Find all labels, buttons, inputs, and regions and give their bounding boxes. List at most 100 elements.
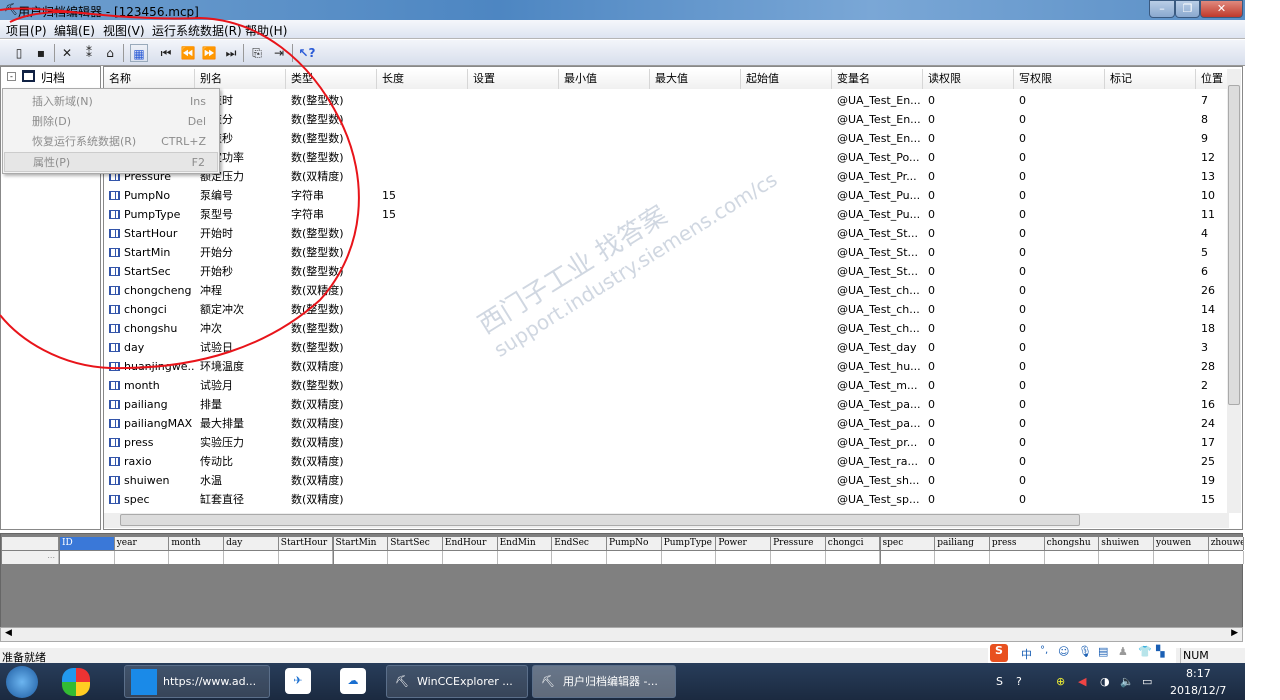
grid-cell[interactable] bbox=[552, 551, 607, 564]
grid-cell[interactable] bbox=[607, 551, 662, 564]
grid-column-header[interactable]: PumpNo bbox=[607, 537, 662, 550]
grid-cell[interactable] bbox=[825, 551, 881, 564]
menu-item-restore-runtime-data[interactable]: 恢复运行系统数据(R) CTRL+Z bbox=[4, 132, 218, 152]
volume-icon[interactable]: 🔈 bbox=[1120, 675, 1134, 688]
column-header[interactable]: 变量名 bbox=[832, 69, 923, 89]
tree-root-archive[interactable]: 归档 bbox=[41, 69, 65, 86]
display-tray-icon[interactable]: ▭ bbox=[1142, 675, 1152, 688]
collapse-icon[interactable]: - bbox=[7, 72, 16, 81]
grid-column-header[interactable]: EndHour bbox=[442, 537, 498, 550]
start-button[interactable] bbox=[6, 666, 38, 698]
emoji-icon[interactable]: ☺ bbox=[1058, 645, 1069, 658]
archive-icon[interactable]: ⌂ bbox=[101, 44, 119, 62]
column-header[interactable]: 读权限 bbox=[923, 69, 1014, 89]
table-row[interactable]: shuiwen 水温 数(双精度) @UA_Test_sh... 0 0 19 bbox=[104, 471, 1229, 490]
delete-icon[interactable]: ✕ bbox=[58, 44, 76, 62]
task-wincc-explorer[interactable]: ⛏ WinCCExplorer ... bbox=[386, 665, 528, 698]
menu-edit[interactable]: 编辑(E) bbox=[54, 22, 95, 39]
punctuation-icon[interactable]: °, bbox=[1040, 645, 1048, 656]
column-header[interactable]: 名称 bbox=[104, 69, 195, 89]
grid-cell[interactable] bbox=[60, 551, 115, 564]
column-header[interactable]: 最大值 bbox=[650, 69, 741, 89]
column-header[interactable]: 长度 bbox=[377, 69, 468, 89]
grid-cell[interactable] bbox=[1099, 551, 1154, 564]
table-row[interactable]: huanjingwe... 环境温度 数(双精度) @UA_Test_hu... 0 0 2… bbox=[104, 357, 1229, 376]
grid-cell[interactable] bbox=[333, 551, 389, 564]
column-header[interactable]: 起始值 bbox=[741, 69, 832, 89]
grid-horizontal-scrollbar[interactable]: ◀ ▶ bbox=[0, 627, 1243, 642]
save-icon[interactable]: ▪ bbox=[32, 44, 50, 62]
grid-cell[interactable] bbox=[771, 551, 826, 564]
table-row[interactable]: pailiangMAX 最大排量 数(双精度) @UA_Test_pa... 0 0 24 bbox=[104, 414, 1229, 433]
menu-project[interactable]: 项目(P) bbox=[6, 22, 47, 39]
scroll-right-icon[interactable]: ▶ bbox=[1231, 628, 1238, 638]
grid-cell[interactable] bbox=[935, 551, 990, 564]
task-user-archive-editor[interactable]: ⛏ 用户归档编辑器 -... bbox=[532, 665, 676, 698]
grid-column-header[interactable]: PumpType bbox=[661, 537, 717, 550]
menu-view[interactable]: 视图(V) bbox=[103, 22, 145, 39]
vertical-scrollbar[interactable] bbox=[1227, 69, 1241, 513]
grid-cell[interactable] bbox=[1154, 551, 1209, 564]
first-record-icon[interactable]: ⏮ bbox=[157, 44, 175, 62]
last-record-icon[interactable]: ⏭ bbox=[222, 44, 240, 62]
grid-cell[interactable] bbox=[1208, 551, 1244, 564]
table-row[interactable]: raxio 传动比 数(双精度) @UA_Test_ra... 0 0 25 bbox=[104, 452, 1229, 471]
menu-item-properties[interactable]: 属性(P) F2 bbox=[4, 152, 218, 172]
baidu-netdisk-icon[interactable]: ☁ bbox=[340, 668, 366, 694]
close-button[interactable]: ✕ bbox=[1200, 0, 1243, 18]
scroll-left-icon[interactable]: ◀ bbox=[5, 628, 12, 638]
horizontal-scrollbar[interactable] bbox=[104, 513, 1229, 528]
grid-column-header[interactable]: Power bbox=[716, 537, 772, 550]
table-row[interactable]: spec 缸套直径 数(双精度) @UA_Test_sp... 0 0 15 bbox=[104, 490, 1229, 509]
security-tray-icon[interactable]: ⊕ bbox=[1056, 675, 1065, 688]
task-browser[interactable]: https://www.ad... bbox=[124, 665, 270, 698]
grid-cell[interactable] bbox=[388, 551, 443, 564]
column-header[interactable]: 别名 bbox=[195, 69, 286, 89]
minimize-button[interactable]: – bbox=[1149, 0, 1175, 18]
import-icon[interactable]: ⎘ bbox=[248, 44, 266, 62]
grid-cell[interactable] bbox=[114, 551, 170, 564]
grid-cell[interactable] bbox=[224, 551, 279, 564]
grid-column-header[interactable]: StartHour bbox=[278, 537, 334, 550]
menu-item-delete[interactable]: 删除(D) Del bbox=[4, 112, 218, 132]
table-row[interactable]: Power额定功率数(整型数)@UA_Test_Po...0012 bbox=[104, 148, 1229, 167]
pinned-app-icon[interactable]: ✈ bbox=[285, 668, 311, 694]
table-row[interactable]: day 试验日 数(整型数) @UA_Test_day 0 0 3 bbox=[104, 338, 1229, 357]
microphone-icon[interactable]: 🎙 bbox=[1078, 645, 1092, 658]
table-row[interactable]: press 实验压力 数(双精度) @UA_Test_pr... 0 0 17 bbox=[104, 433, 1229, 452]
grid-column-header[interactable]: chongci bbox=[825, 537, 881, 550]
grid-cell[interactable] bbox=[1044, 551, 1100, 564]
sogou-tray-icon[interactable]: S bbox=[996, 675, 1003, 688]
clock-date[interactable]: 2018/12/7 bbox=[1170, 684, 1226, 697]
grid-cell[interactable] bbox=[716, 551, 772, 564]
grid-column-header[interactable]: chongshu bbox=[1044, 537, 1100, 550]
grid-column-header[interactable]: youwen bbox=[1154, 537, 1209, 550]
column-header[interactable]: 位置 bbox=[1196, 69, 1229, 89]
speaker-tray-icon[interactable]: ◀ bbox=[1078, 675, 1086, 688]
grid-column-header[interactable]: month bbox=[169, 537, 225, 550]
grid-column-header[interactable]: EndSec bbox=[552, 537, 607, 550]
grid-row-header[interactable]: ... bbox=[2, 551, 59, 564]
table-row[interactable]: EndSec结束秒数(整型数)@UA_Test_En...009 bbox=[104, 129, 1229, 148]
network-tray-icon[interactable]: ◑ bbox=[1100, 675, 1110, 688]
grid-cell[interactable] bbox=[661, 551, 717, 564]
menu-item-insert-field[interactable]: 插入新域(N) Ins bbox=[4, 92, 218, 112]
export-icon[interactable]: ⇥ bbox=[270, 44, 288, 62]
ime-mode[interactable]: 中 bbox=[1021, 646, 1032, 662]
grid-cell[interactable] bbox=[169, 551, 225, 564]
grid-column-header[interactable]: day bbox=[224, 537, 279, 550]
grid-column-header[interactable]: shuiwen bbox=[1099, 537, 1154, 550]
table-row[interactable]: EndHour结束时数(整型数)@UA_Test_En...007 bbox=[104, 91, 1229, 110]
table-row[interactable]: chongci 额定冲次 数(整型数) @UA_Test_ch... 0 0 14 bbox=[104, 300, 1229, 319]
table-row[interactable]: StartSec 开始秒 数(整型数) @UA_Test_St... 0 0 6 bbox=[104, 262, 1229, 281]
grid-column-header[interactable]: StartMin bbox=[333, 537, 389, 550]
user-icon[interactable]: ♟ bbox=[1118, 645, 1128, 658]
table-row[interactable]: month 试验月 数(整型数) @UA_Test_m... 0 0 2 bbox=[104, 376, 1229, 395]
keyboard-icon[interactable]: ▤ bbox=[1098, 645, 1108, 658]
table-row[interactable]: chongshu 冲次 数(整型数) @UA_Test_ch... 0 0 18 bbox=[104, 319, 1229, 338]
help-icon[interactable]: ↖? bbox=[298, 44, 316, 62]
grid-column-header[interactable]: pailiang bbox=[935, 537, 990, 550]
table-view-icon[interactable]: ▦ bbox=[130, 44, 148, 62]
scroll-thumb[interactable] bbox=[120, 514, 1080, 526]
grid-column-header[interactable]: Pressure bbox=[771, 537, 826, 550]
